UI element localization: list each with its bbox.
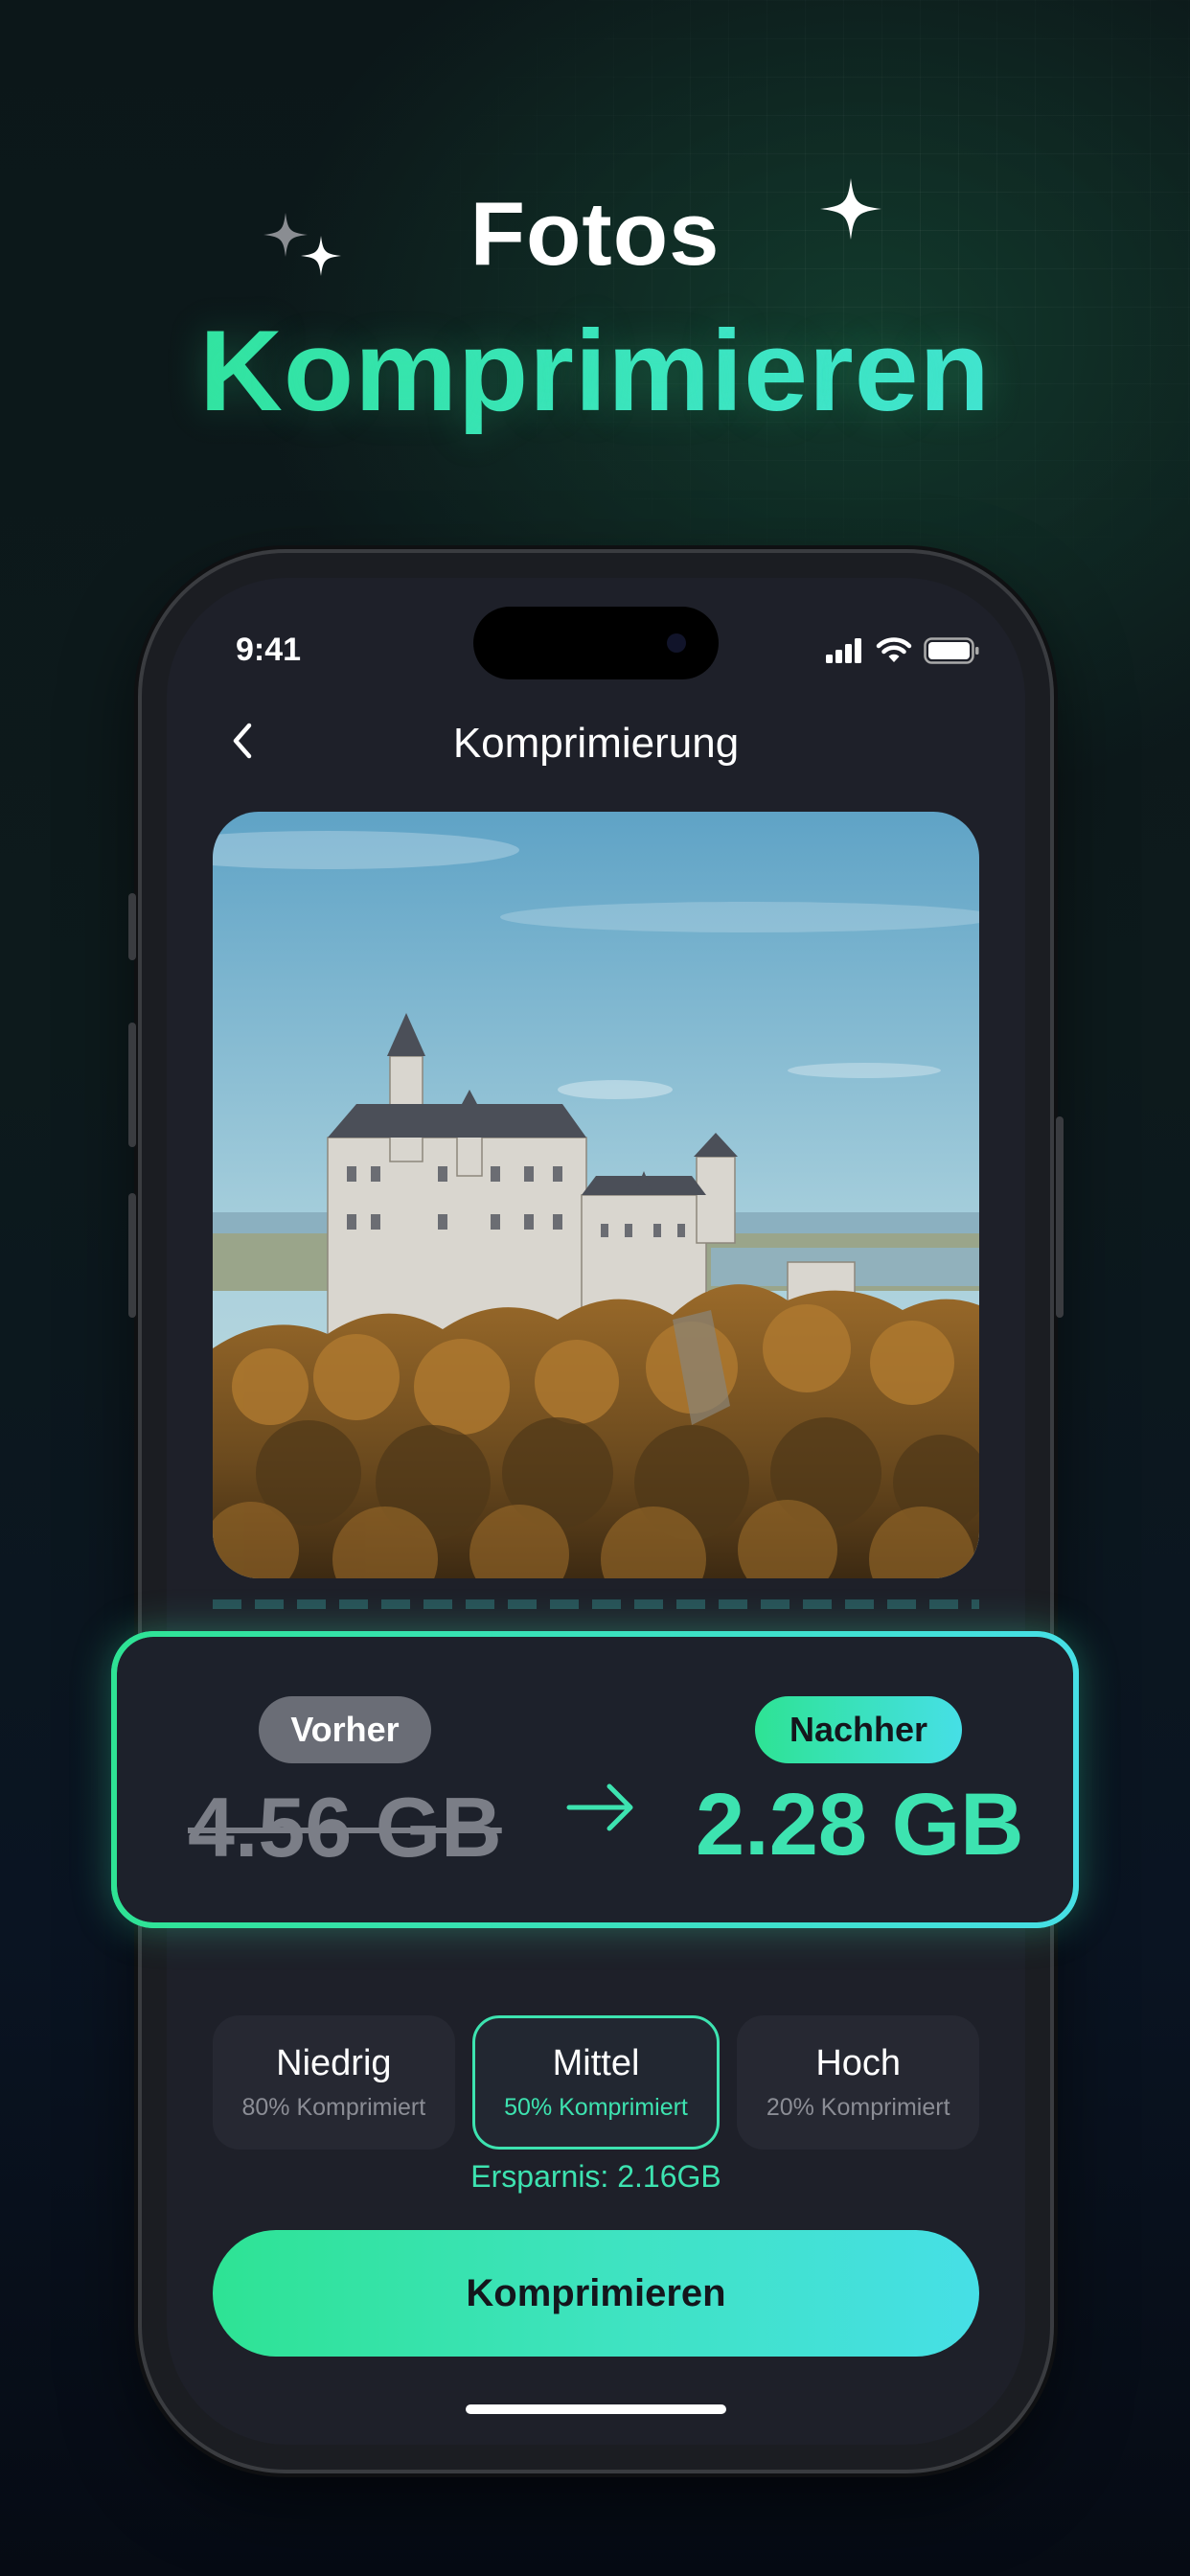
option-title: Niedrig	[276, 2043, 392, 2083]
option-subtitle: 50% Komprimiert	[504, 2094, 688, 2121]
arrow-right-icon	[566, 1783, 633, 1831]
size-before: 4.56 GB	[188, 1780, 502, 1874]
phone-volume-down-button	[128, 1193, 136, 1318]
phone-volume-up-button	[128, 1023, 136, 1147]
headline-line-2: Komprimieren	[0, 305, 1190, 437]
castle-photo	[213, 812, 979, 1578]
headline-line-1: Fotos	[469, 183, 721, 284]
photo-strip-decoration	[213, 1599, 979, 1609]
compress-button[interactable]: Komprimieren	[213, 2230, 979, 2357]
savings-text: Ersparnis: 2.16GB	[470, 2159, 721, 2194]
wifi-icon	[876, 637, 912, 662]
phone-mockup: 9:41 Komprimierung Niedrig 80% Komprimie…	[128, 553, 1064, 2470]
size-comparison-card: Vorher Nachher 4.56 GB 2.28 GB	[111, 1631, 1079, 1928]
home-indicator	[466, 2404, 726, 2414]
phone-screen: 9:41 Komprimierung Niedrig 80% Komprimie…	[167, 578, 1025, 2445]
option-hoch[interactable]: Hoch 20% Komprimiert	[737, 2015, 980, 2150]
option-niedrig[interactable]: Niedrig 80% Komprimiert	[213, 2015, 455, 2150]
option-title: Mittel	[552, 2043, 640, 2083]
camera-dot	[667, 633, 686, 653]
size-after: 2.28 GB	[696, 1776, 1024, 1874]
option-title: Hoch	[815, 2043, 902, 2083]
dynamic-island	[473, 607, 719, 679]
screen-title: Komprimierung	[452, 720, 740, 767]
status-time: 9:41	[236, 632, 302, 668]
option-subtitle: 80% Komprimiert	[241, 2094, 426, 2121]
phone-power-button	[1056, 1116, 1064, 1318]
option-subtitle: 20% Komprimiert	[766, 2094, 950, 2121]
option-mittel[interactable]: Mittel 50% Komprimiert	[471, 2015, 721, 2150]
status-icons	[826, 637, 979, 664]
before-badge: Vorher	[259, 1696, 431, 1763]
after-badge: Nachher	[755, 1696, 962, 1763]
cellular-signal-icon	[826, 638, 861, 663]
compression-level-options: Niedrig 80% Komprimiert Mittel 50% Kompr…	[213, 2015, 980, 2150]
phone-action-button	[128, 893, 136, 960]
battery-icon	[924, 637, 979, 664]
